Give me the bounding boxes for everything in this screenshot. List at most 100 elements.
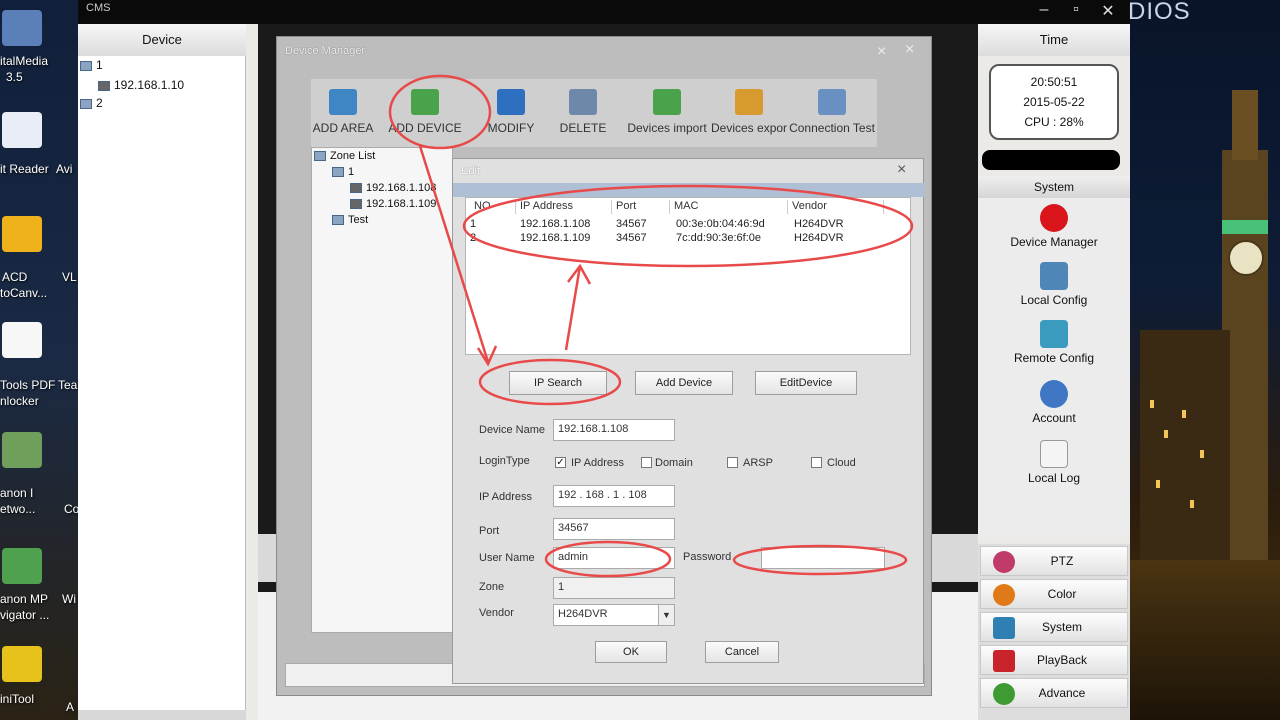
desktop-label: toCanv... (0, 286, 48, 300)
desktop-label: iniTool (0, 692, 35, 706)
clock-time: 20:50:51 (1030, 75, 1078, 89)
vendor-select[interactable]: H264DVR ▼ (553, 604, 675, 626)
column-header[interactable]: Port (612, 200, 670, 214)
column-header[interactable]: NO (470, 200, 516, 214)
table-cell[interactable]: 192.168.1.109 (520, 232, 590, 244)
column-header[interactable]: IP Address (516, 200, 612, 214)
device-search-list[interactable]: NO IP Address Port MAC Vendor 1 192.168.… (465, 197, 911, 355)
tree-item-device[interactable]: 192.168.1.10 (98, 78, 184, 92)
cloud-checkbox[interactable] (811, 457, 822, 468)
device-panel-header: Device (78, 24, 246, 56)
delete-button[interactable]: DELETE (555, 89, 611, 147)
desktop-app-icon[interactable] (2, 10, 42, 46)
edit-device-button[interactable]: EditDevice (755, 371, 857, 395)
table-cell[interactable]: 192.168.1.108 (520, 218, 590, 230)
password-label: Password (683, 551, 732, 563)
menu-advance-button[interactable]: Advance (980, 678, 1128, 708)
desktop-label: Tea (58, 378, 78, 392)
devices-import-button[interactable]: Devices import (623, 89, 711, 147)
zone-field[interactable]: 1 (553, 577, 675, 599)
chevron-down-icon[interactable]: ▼ (658, 605, 674, 625)
desktop-app-icon[interactable] (2, 216, 42, 252)
desktop-app-icon[interactable] (2, 112, 42, 148)
zone-device-item[interactable]: 192.168.1.108 (350, 182, 454, 194)
right-menu: PTZ Color System PlayBack Advance (978, 544, 1130, 720)
menu-label: PlayBack (1036, 653, 1088, 667)
selection-highlight (453, 183, 925, 197)
area-icon (80, 60, 92, 71)
zone-device-item[interactable]: 192.168.1.109 (350, 198, 454, 210)
device-tree: 1 192.168.1.10 2 (78, 56, 246, 710)
table-cell[interactable]: 2 (470, 232, 476, 244)
table-cell[interactable]: 34567 (616, 232, 647, 244)
password-field[interactable] (761, 547, 885, 569)
device-name-field[interactable]: 192.168.1.108 (553, 419, 675, 441)
add-device-button[interactable]: Add Device (635, 371, 733, 395)
add-device-button[interactable]: ADD DEVICE (383, 89, 467, 147)
modify-icon (497, 89, 525, 115)
remote-config-icon (1040, 320, 1068, 348)
connection-test-button[interactable]: Connection Test (787, 89, 877, 147)
table-cell[interactable]: 1 (470, 218, 476, 230)
column-header[interactable]: MAC (670, 200, 788, 214)
table-cell[interactable]: H264DVR (794, 218, 844, 230)
cancel-button[interactable]: Cancel (705, 641, 779, 663)
toolbar-label: Devices export (711, 121, 787, 135)
table-cell[interactable]: H264DVR (794, 232, 844, 244)
desktop-label: VL (62, 270, 77, 284)
system-item-device-manager[interactable]: Device Manager (978, 204, 1130, 249)
desktop-app-icon[interactable] (2, 548, 42, 584)
ip-search-button[interactable]: IP Search (509, 371, 607, 395)
zone-list-root[interactable]: Zone List (314, 150, 375, 162)
time-panel-header: Time (978, 24, 1130, 56)
user-name-field[interactable]: admin (553, 547, 675, 569)
ip-address-field[interactable]: 192 . 168 . 1 . 108 (553, 485, 675, 507)
account-icon (1040, 380, 1068, 408)
port-label: Port (479, 525, 500, 537)
toolbar-label: Devices import (627, 121, 707, 135)
desktop-label: it Reader (0, 162, 49, 176)
desktop-app-icon[interactable] (2, 432, 42, 468)
area-icon (80, 98, 92, 109)
zone-item[interactable]: 1 (332, 166, 354, 178)
table-cell[interactable]: 34567 (616, 218, 647, 230)
close-icon[interactable]: ✕ (1096, 1, 1120, 21)
port-field[interactable]: 34567 (553, 518, 675, 540)
maximize-icon[interactable]: ▫ (1064, 1, 1088, 19)
add-area-button[interactable]: ADD AREA (311, 89, 375, 147)
tree-item-area[interactable]: 2 (80, 96, 103, 110)
system-item-remote-config[interactable]: Remote Config (978, 320, 1130, 365)
vendor-selected-value: H264DVR (558, 608, 608, 620)
menu-system-button[interactable]: System (980, 612, 1128, 642)
menu-color-button[interactable]: Color (980, 579, 1128, 609)
devices-export-button[interactable]: Devices export (711, 89, 787, 147)
column-header[interactable]: Vendor (788, 200, 884, 214)
minimize-icon[interactable]: – (1032, 1, 1056, 19)
desktop-app-icon[interactable] (2, 322, 42, 358)
arsp-checkbox[interactable] (727, 457, 738, 468)
toolbar-label: Connection Test (789, 121, 875, 135)
close-icon[interactable]: × (897, 161, 906, 179)
desktop-app-icon[interactable] (2, 646, 42, 682)
table-cell[interactable]: 00:3e:0b:04:46:9d (676, 218, 765, 230)
window-title: CMS (86, 2, 111, 14)
menu-ptz-button[interactable]: PTZ (980, 546, 1128, 576)
table-cell[interactable]: 7c:dd:90:3e:6f:0e (676, 232, 761, 244)
horizontal-scrollbar[interactable] (78, 710, 246, 720)
dvr-icon (98, 80, 110, 91)
close-icon[interactable]: × (905, 41, 914, 59)
system-item-local-log[interactable]: Local Log (978, 440, 1130, 485)
connection-test-icon (818, 89, 846, 115)
tree-item-area[interactable]: 1 (80, 58, 103, 72)
ip-address-checkbox[interactable]: ✓ (555, 457, 566, 468)
zone-item[interactable]: Test (332, 214, 368, 226)
domain-checkbox[interactable] (641, 457, 652, 468)
ok-button[interactable]: OK (595, 641, 667, 663)
system-icon (993, 617, 1015, 639)
system-item-account[interactable]: Account (978, 380, 1130, 425)
close-icon[interactable]: × (877, 43, 886, 61)
system-item-local-config[interactable]: Local Config (978, 262, 1130, 307)
modify-button[interactable]: MODIFY (483, 89, 539, 147)
menu-playback-button[interactable]: PlayBack (980, 645, 1128, 675)
brand-logo: DIOS (1128, 0, 1191, 25)
